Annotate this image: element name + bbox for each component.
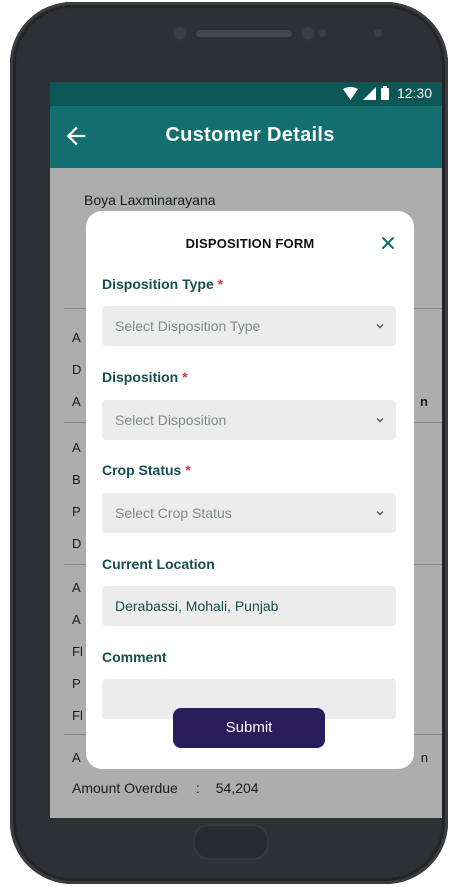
front-camera xyxy=(172,25,188,41)
disposition-select[interactable]: Select Disposition xyxy=(102,400,396,440)
chevron-down-icon xyxy=(376,324,384,329)
crop-status-select[interactable]: Select Crop Status xyxy=(102,493,396,533)
earpiece-speaker xyxy=(196,30,292,37)
home-button[interactable] xyxy=(193,824,269,860)
phone-top-bezel xyxy=(10,2,448,82)
status-time: 12:30 xyxy=(396,85,432,101)
required-marker: * xyxy=(182,369,188,385)
dialog-title: DISPOSITION FORM xyxy=(185,236,315,251)
current-location-value: Derabassi, Mohali, Punjab xyxy=(115,598,279,614)
page-title: Customer Details xyxy=(165,124,335,146)
current-location-field[interactable]: Derabassi, Mohali, Punjab xyxy=(102,586,396,626)
disposition-form-dialog: DISPOSITION FORM Disposition Type * Sele… xyxy=(86,211,414,769)
chevron-down-icon xyxy=(376,418,384,423)
app-bar: Customer Details xyxy=(50,106,442,168)
disposition-type-placeholder: Select Disposition Type xyxy=(115,318,261,334)
disposition-type-select[interactable]: Select Disposition Type xyxy=(102,306,396,346)
status-bar: 12:30 xyxy=(50,82,442,106)
sensor xyxy=(300,25,316,41)
crop-status-label: Crop Status * xyxy=(102,462,191,478)
chevron-down-icon xyxy=(376,511,384,516)
wifi-icon xyxy=(342,86,358,100)
signal-icon xyxy=(362,86,376,100)
phone-screen: 12:30 Customer Details Boya Laxminarayan… xyxy=(50,82,442,818)
crop-status-placeholder: Select Crop Status xyxy=(115,505,232,521)
disposition-placeholder: Select Disposition xyxy=(115,412,227,428)
required-marker: * xyxy=(185,462,191,478)
required-marker: * xyxy=(217,276,224,292)
battery-icon xyxy=(380,86,389,100)
disposition-label: Disposition * xyxy=(102,369,188,385)
current-location-label: Current Location xyxy=(102,556,215,572)
proximity-sensor xyxy=(374,29,382,37)
disposition-type-label: Disposition Type * xyxy=(102,276,224,292)
close-icon[interactable] xyxy=(380,235,396,251)
comment-label: Comment xyxy=(102,649,167,665)
submit-button[interactable]: Submit xyxy=(173,708,325,748)
phone-frame: 12:30 Customer Details Boya Laxminarayan… xyxy=(10,2,448,884)
sensor-small xyxy=(318,29,326,37)
